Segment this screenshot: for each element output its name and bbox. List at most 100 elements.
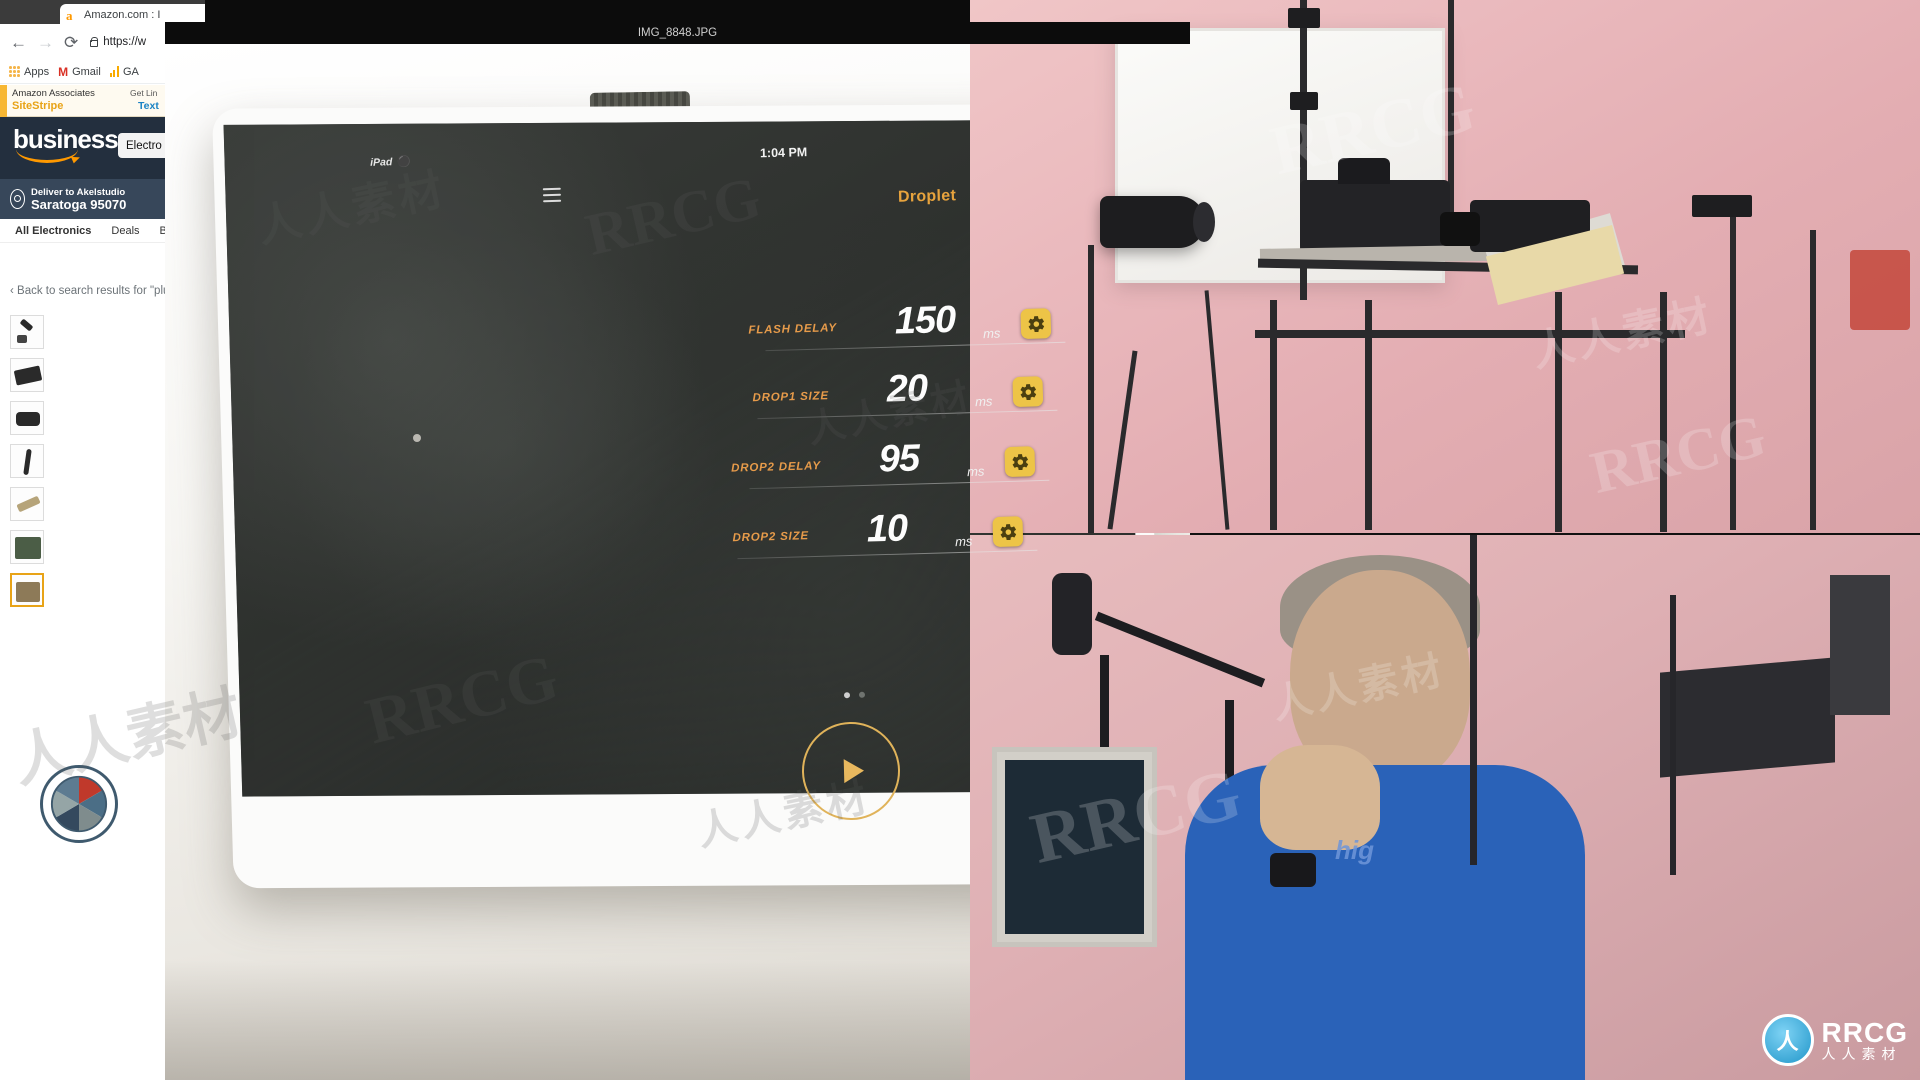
page-dot-active[interactable] xyxy=(843,692,851,699)
parameter-label: DROP2 DELAY xyxy=(731,460,822,475)
sitestripe-program-label: Amazon Associates xyxy=(12,88,95,99)
bookmark-apps[interactable]: Apps xyxy=(9,66,49,78)
shirt-logo-text: hig xyxy=(1335,835,1374,865)
equipment-rack xyxy=(1830,575,1890,715)
laptop-device xyxy=(1660,657,1835,778)
cross-bar xyxy=(1255,330,1685,338)
product-thumb-7[interactable] xyxy=(10,573,44,607)
settings-gear-icon[interactable] xyxy=(1020,308,1052,340)
play-triangle-icon xyxy=(843,758,865,784)
settings-gear-icon[interactable] xyxy=(992,516,1024,548)
photo-background: iPad ⚫ 1:04 PM Droplet FLASH DELAY 150 m… xyxy=(165,44,1190,1080)
bookmark-apps-label: Apps xyxy=(24,65,50,78)
hamburger-menu-icon[interactable] xyxy=(542,187,562,206)
presenter-torso xyxy=(1185,765,1585,1080)
parameter-list: FLASH DELAY 150 ms DROP1 SIZE 20 ms DROP… xyxy=(165,44,1190,1080)
bookmark-gmail[interactable]: M Gmail xyxy=(58,65,101,79)
camera-rig xyxy=(1300,158,1450,250)
parameter-label: FLASH DELAY xyxy=(748,322,838,337)
light-stand-rod xyxy=(1470,535,1477,865)
parameter-row-drop2-delay[interactable]: DROP2 DELAY 95 ms xyxy=(708,437,1089,500)
parameter-value: 95 xyxy=(878,437,920,481)
analytics-icon xyxy=(109,66,119,77)
browser-tab-strip: a Amazon.com : I xyxy=(0,0,205,24)
sitestripe-title: SiteStripe xyxy=(12,100,64,112)
parameter-unit: ms xyxy=(966,463,985,480)
reload-icon[interactable]: ⟳ xyxy=(64,34,78,51)
tripod-leg xyxy=(1730,210,1736,530)
sitestripe-text-tab[interactable]: Text xyxy=(138,100,159,112)
parameter-label: DROP2 SIZE xyxy=(732,530,810,545)
wristwatch xyxy=(1270,853,1316,887)
parameter-value: 20 xyxy=(886,367,928,411)
apps-grid-icon xyxy=(9,66,20,77)
amazon-business-logo[interactable]: business xyxy=(13,126,119,163)
equipment-clamp xyxy=(1692,195,1752,217)
parameter-label: DROP1 SIZE xyxy=(752,390,830,405)
parameter-unit: ms xyxy=(974,393,993,410)
deliver-to-label: Deliver to Akelstudio xyxy=(31,186,126,198)
sitestripe-accent xyxy=(0,85,7,117)
photo-viewer-panel: IMG_8848.JPG iPad ⚫ 1:04 PM Droplet FLAS… xyxy=(165,22,1190,1080)
bookmark-gmail-label: Gmail xyxy=(72,65,101,78)
bookmark-ga-label: GA xyxy=(122,65,139,78)
tripod-leg xyxy=(1810,230,1816,530)
parameter-unit: ms xyxy=(982,325,1001,342)
camera-lens xyxy=(1440,212,1480,246)
tripod-leg xyxy=(1555,292,1562,532)
page-dot-inactive[interactable] xyxy=(858,691,866,698)
product-thumb-4[interactable] xyxy=(10,444,44,478)
page-indicator-dots[interactable] xyxy=(843,691,866,699)
light-stand-rod xyxy=(1670,595,1676,875)
subnav-all-electronics[interactable]: All Electronics xyxy=(15,225,91,237)
subnav-deals[interactable]: Deals xyxy=(111,225,139,237)
address-bar[interactable]: https://w xyxy=(90,36,146,48)
app-title-droplet: Droplet xyxy=(897,187,957,206)
browser-tab-title: Amazon.com : I xyxy=(84,9,161,21)
stand-clamp xyxy=(1288,8,1320,28)
product-thumb-5[interactable] xyxy=(10,487,44,521)
product-thumbnail-strip xyxy=(10,315,44,616)
parameter-slider-track[interactable] xyxy=(737,549,1038,560)
photo-filename-label: IMG_8848.JPG xyxy=(165,22,1190,44)
rrcg-logo-subtext: 人人素材 xyxy=(1821,1046,1902,1063)
parameter-slider-track[interactable] xyxy=(765,341,1066,352)
product-thumb-2[interactable] xyxy=(10,358,44,392)
parameter-slider-track[interactable] xyxy=(757,409,1058,420)
bookmark-ga[interactable]: GA xyxy=(109,65,139,78)
browser-tab-amazon[interactable]: a Amazon.com : I xyxy=(60,4,205,24)
parameter-unit: ms xyxy=(954,533,973,550)
location-pin-icon xyxy=(10,189,25,209)
parameter-value: 10 xyxy=(866,507,908,551)
settings-gear-icon[interactable] xyxy=(1004,446,1036,478)
rrcg-badge-icon: 人 xyxy=(1761,1014,1814,1066)
forward-icon[interactable]: → xyxy=(37,34,54,51)
rrcg-brand-logo: 人 RRCG 人人素材 xyxy=(1761,1014,1908,1066)
cable xyxy=(1204,290,1230,530)
product-thumb-1[interactable] xyxy=(10,315,44,349)
lock-icon xyxy=(90,36,99,47)
gmail-icon: M xyxy=(58,64,69,79)
product-thumb-6[interactable] xyxy=(10,530,44,564)
rrcg-logo-text: RRCG xyxy=(1821,1016,1908,1048)
amazon-favicon-icon: a xyxy=(66,7,73,23)
tripod-leg xyxy=(1660,292,1667,532)
product-thumb-3[interactable] xyxy=(10,401,44,435)
parameter-row-flash-delay[interactable]: FLASH DELAY 150 ms xyxy=(724,298,1105,362)
parameter-value: 150 xyxy=(894,298,956,343)
back-to-search-results-link[interactable]: ‹ Back to search results for "pluto xyxy=(10,285,179,297)
red-equipment-case xyxy=(1850,250,1910,330)
parameter-slider-track[interactable] xyxy=(749,479,1050,490)
amazon-smile-icon xyxy=(16,149,78,163)
parameter-row-drop2-size[interactable]: DROP2 SIZE 10 ms xyxy=(696,507,1077,570)
deliver-to-location: Saratoga 95070 xyxy=(31,196,127,212)
stand-clamp xyxy=(1290,92,1318,110)
parameter-row-drop1-size[interactable]: DROP1 SIZE 20 ms xyxy=(716,367,1097,430)
back-icon[interactable]: ← xyxy=(10,34,27,51)
watermark-brand: RRCG xyxy=(1584,401,1772,507)
aperture-logo-icon xyxy=(40,765,118,843)
settings-gear-icon[interactable] xyxy=(1012,376,1044,408)
address-bar-url: https://w xyxy=(103,36,147,48)
sitestripe-getlink-label: Get Lin xyxy=(130,88,158,98)
screen-capture-root: a Amazon.com : I ← → ⟳ https://w Apps M xyxy=(0,0,1920,1080)
